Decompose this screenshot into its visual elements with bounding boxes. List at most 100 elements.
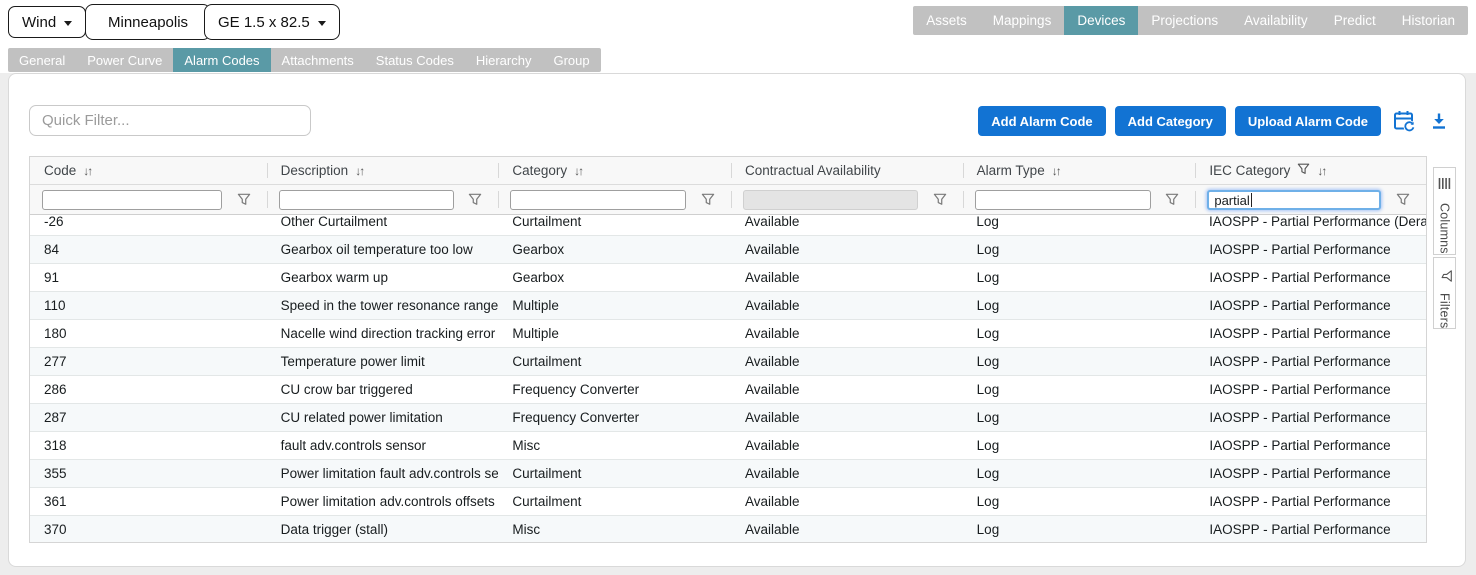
side-panel-tab-filters[interactable]: Filters — [1433, 257, 1456, 329]
cell-description: Data trigger (stall) — [280, 522, 388, 537]
tab-alarm-codes[interactable]: Alarm Codes — [173, 48, 271, 72]
device-sub-tabs: General Power Curve Alarm Codes Attachments… — [8, 48, 601, 72]
cell-code: 287 — [44, 410, 67, 425]
tab-attachments[interactable]: Attachments — [271, 48, 365, 72]
table-row[interactable]: 180 Nacelle wind direction tracking error… — [30, 320, 1426, 348]
chevron-down-icon — [64, 20, 73, 26]
column-header-category[interactable]: Category ↓↑ — [498, 157, 731, 184]
sort-icons[interactable]: ↓↑ — [83, 164, 93, 178]
cell-alarm-type: Log — [976, 242, 1000, 257]
filter-input-alarm-type[interactable] — [974, 190, 1151, 210]
nav-item-assets[interactable]: Assets — [913, 6, 980, 35]
download-icon[interactable] — [1427, 111, 1451, 131]
table-row[interactable]: 286 CU crow bar triggered Frequency Conver… — [30, 376, 1426, 404]
tab-status-codes[interactable]: Status Codes — [365, 48, 465, 72]
filter-input-iec-category[interactable]: partial — [1207, 190, 1382, 210]
table-row[interactable]: -26 Other Curtailment Curtailment Available… — [30, 215, 1426, 236]
table-row[interactable]: 84 Gearbox oil temperature too low Gearbox… — [30, 236, 1426, 264]
table-row[interactable]: 277 Temperature power limit Curtailment Ava… — [30, 348, 1426, 376]
filter-menu-icon[interactable] — [468, 193, 482, 209]
table-row[interactable]: 287 CU related power limitation Frequency … — [30, 404, 1426, 432]
cell-contractual-availability: Available — [745, 438, 800, 453]
filter-input-description[interactable] — [278, 190, 454, 210]
tab-group[interactable]: Group — [542, 48, 600, 72]
sort-icons[interactable]: ↓↑ — [1052, 164, 1062, 178]
nav-item-predict[interactable]: Predict — [1321, 6, 1389, 35]
filter-cell-category — [498, 185, 731, 214]
cell-alarm-type: Log — [976, 466, 1000, 481]
column-label: Contractual Availability — [745, 163, 881, 178]
cell-contractual-availability: Available — [745, 326, 800, 341]
cell-description: fault adv.controls sensor — [280, 438, 426, 453]
cell-code: 277 — [44, 354, 67, 369]
filter-menu-icon[interactable] — [1165, 193, 1179, 209]
cell-alarm-type: Log — [976, 326, 1000, 341]
cell-description: CU related power limitation — [280, 410, 443, 425]
sort-icons[interactable]: ↓↑ — [574, 164, 584, 178]
cell-alarm-type: Log — [976, 215, 999, 229]
cell-contractual-availability: Available — [745, 494, 800, 509]
cell-code: 286 — [44, 382, 67, 397]
cell-description: Power limitation adv.controls offsets — [280, 494, 495, 509]
grid-header-row: Code ↓↑ Description ↓↑ Category ↓↑ Contractual… — [30, 157, 1426, 185]
cell-description: CU crow bar triggered — [280, 382, 413, 397]
upload-alarm-code-button[interactable]: Upload Alarm Code — [1234, 106, 1381, 136]
nav-item-projections[interactable]: Projections — [1138, 6, 1231, 35]
table-row[interactable]: 355 Power limitation fault adv.controls s… — [30, 460, 1426, 488]
filter-input-category[interactable] — [510, 190, 687, 210]
text-cursor — [1250, 193, 1252, 207]
table-row[interactable]: 318 fault adv.controls sensor Misc Availabl… — [30, 432, 1426, 460]
tab-power-curve[interactable]: Power Curve — [76, 48, 173, 72]
cell-category: Curtailment — [512, 494, 582, 509]
cell-description: Gearbox warm up — [280, 270, 388, 285]
cell-category: Curtailment — [512, 354, 582, 369]
column-header-description[interactable]: Description ↓↑ — [266, 157, 499, 184]
filter-menu-icon[interactable] — [701, 193, 715, 209]
cell-contractual-availability: Available — [745, 270, 800, 285]
filter-cell-iec-category: partial — [1195, 185, 1426, 214]
cell-alarm-type: Log — [976, 354, 1000, 369]
add-category-button[interactable]: Add Category — [1114, 106, 1226, 136]
table-row[interactable]: 110 Speed in the tower resonance range Mul… — [30, 292, 1426, 320]
cell-contractual-availability: Available — [744, 215, 800, 229]
cell-contractual-availability: Available — [745, 298, 800, 313]
cell-code: 355 — [44, 466, 67, 481]
cell-iec-category: IAOSPP - Partial Performance — [1209, 242, 1391, 257]
filter-menu-icon[interactable] — [1396, 193, 1410, 209]
sort-icons[interactable]: ↓↑ — [355, 164, 365, 178]
column-header-code[interactable]: Code ↓↑ — [30, 157, 267, 184]
cell-category: Curtailment — [512, 215, 582, 229]
grid-viewport[interactable]: -26 Other Curtailment Curtailment Available… — [30, 215, 1426, 542]
table-row[interactable]: 91 Gearbox warm up Gearbox Available Log IAOS… — [30, 264, 1426, 292]
device-model-dropdown[interactable]: GE 1.5 x 82.5 — [204, 4, 340, 40]
add-alarm-code-button[interactable]: Add Alarm Code — [978, 106, 1106, 136]
cell-iec-category: IAOSPP - Partial Performance — [1209, 494, 1391, 509]
column-header-contractual-availability[interactable]: Contractual Availability — [731, 157, 963, 184]
tab-general[interactable]: General — [8, 48, 76, 72]
filter-menu-icon[interactable] — [933, 193, 947, 209]
tab-hierarchy[interactable]: Hierarchy — [465, 48, 543, 72]
sort-icons[interactable]: ↓↑ — [1317, 164, 1327, 178]
quick-filter-input[interactable] — [29, 105, 311, 136]
asset-type-dropdown[interactable]: Wind — [8, 6, 87, 38]
cell-description: Other Curtailment — [280, 215, 388, 229]
site-selector[interactable]: Minneapolis — [85, 4, 212, 40]
filter-cell-alarm-type — [962, 185, 1196, 214]
nav-item-devices[interactable]: Devices — [1064, 6, 1139, 35]
cell-iec-category: IAOSPP - Partial Performance — [1209, 466, 1391, 481]
nav-item-historian[interactable]: Historian — [1389, 6, 1468, 35]
calendar-refresh-icon[interactable] — [1390, 109, 1418, 133]
side-panel-tab-columns[interactable]: Columns — [1433, 167, 1456, 255]
column-header-iec-category[interactable]: IEC Category ↓↑ — [1195, 157, 1426, 184]
filter-input-code[interactable] — [42, 190, 222, 210]
toolbar: Add Alarm Code Add Category Upload Alarm… — [978, 106, 1451, 136]
column-header-alarm-type[interactable]: Alarm Type ↓↑ — [962, 157, 1196, 184]
filter-input-contractual-availability — [743, 190, 918, 210]
table-row[interactable]: 361 Power limitation adv.controls offsets… — [30, 488, 1426, 516]
nav-item-availability[interactable]: Availability — [1231, 6, 1321, 35]
filter-menu-icon[interactable] — [237, 193, 251, 209]
cell-description: Power limitation fault adv.controls sens — [280, 466, 499, 481]
table-row[interactable]: 370 Data trigger (stall) Misc Available Log I… — [30, 516, 1426, 542]
column-label: Category — [512, 163, 568, 178]
nav-item-mappings[interactable]: Mappings — [980, 6, 1065, 35]
